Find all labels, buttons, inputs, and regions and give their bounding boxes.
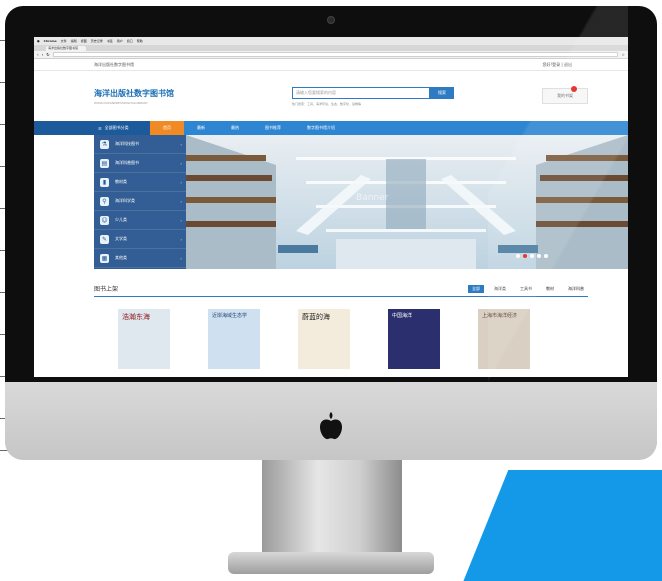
category-item[interactable]: ▦ 其他类 › [94, 249, 186, 268]
logo-subtitle: WWW.OCEANPRESSDIGITALLIBRARY [94, 100, 148, 105]
chevron-right-icon: › [180, 198, 182, 204]
menu-icon: ☰ [98, 125, 102, 131]
category-item[interactable]: ☺ 少儿类 › [94, 211, 186, 230]
search-area: 请输入您要搜索的内容 搜索 热门搜索：工具、海洋环境、生态、数字化、读物等 [292, 86, 454, 106]
banner-label: Banner [356, 193, 389, 203]
apple-menu-icon[interactable]: ● [37, 39, 40, 43]
category-label: 海洋科学类 [115, 198, 135, 203]
menu-item[interactable]: 历史记录 [91, 39, 103, 43]
forward-icon[interactable]: › [42, 52, 44, 57]
brand-blue-shape [451, 470, 662, 581]
grid-icon: ▦ [100, 253, 109, 263]
category-item[interactable]: ▤ 海洋科普图书 › [94, 154, 186, 173]
category-item[interactable]: ✎ 文学类 › [94, 230, 186, 249]
category-menu: ⚗ 海洋科技图书 › ▤ 海洋科普图书 › ▮ 教材类 › ⚲ 海洋科学类 › ☺ 少儿类 › ✎ 文… [94, 135, 186, 269]
book-cover[interactable]: 中国海洋 [388, 309, 440, 369]
category-label: 其他类 [115, 255, 127, 260]
reload-icon[interactable]: ↻ [46, 52, 49, 57]
menu-item[interactable]: 用户 [117, 39, 123, 43]
imac-stand [262, 460, 402, 560]
chevron-right-icon: › [180, 141, 182, 147]
category-label: 文学类 [115, 236, 127, 241]
chevron-right-icon: › [180, 179, 182, 185]
category-item[interactable]: ⚗ 海洋科技图书 › [94, 135, 186, 154]
nav-item-home[interactable]: 首页 [150, 121, 184, 135]
apple-logo-icon [320, 412, 342, 440]
nav-item-popular[interactable]: 最热 [218, 121, 252, 135]
chevron-right-icon: › [180, 255, 182, 261]
top-strip-left: 海洋出版社数字图书馆 [94, 61, 134, 67]
filter-all[interactable]: 全部 [468, 284, 484, 293]
menu-item[interactable]: 帮助 [137, 39, 143, 43]
hot-searches[interactable]: 热门搜索：工具、海洋环境、生态、数字化、读物等 [292, 102, 454, 106]
category-label: 教材类 [115, 179, 127, 184]
nav-item-recommend[interactable]: 图书推荐 [252, 121, 294, 135]
screen-glare [488, 6, 628, 382]
book-title: 浩瀚东海 [122, 313, 150, 321]
imac-stand-base [228, 552, 434, 574]
book-title: 中国海洋 [392, 313, 413, 319]
books-icon: ▤ [100, 158, 109, 168]
book-cover[interactable]: 近岸海域生态学 [208, 309, 260, 369]
category-label: 少儿类 [115, 217, 127, 222]
browser-tab[interactable]: 海洋出版社数字图书馆 [46, 46, 86, 51]
category-toggle[interactable]: ☰ 全部图书分类 [34, 121, 150, 135]
menu-item[interactable]: 文件 [61, 39, 67, 43]
nav-item-about[interactable]: 数字图书馆介绍 [294, 121, 348, 135]
section-title: 图书上架 [94, 286, 119, 293]
book-cover[interactable]: 蔚蓝的海 [298, 309, 350, 369]
site-logo[interactable]: 海洋出版社数字图书馆 WWW.OCEANPRESSDIGITALLIBRARY [94, 88, 244, 105]
menu-item[interactable]: 编辑 [71, 39, 77, 43]
search-input[interactable]: 请输入您要搜索的内容 [292, 86, 430, 99]
webcam [327, 16, 335, 24]
pen-icon: ✎ [100, 234, 109, 244]
scene: ● Chrome 文件 编辑 视图 历史记录 书签 用户 窗口 帮助 海洋出版社… [0, 0, 662, 581]
category-item[interactable]: ▮ 教材类 › [94, 173, 186, 192]
flask-icon: ⚗ [100, 139, 109, 149]
back-icon[interactable]: ‹ [37, 52, 39, 57]
book-title: 蔚蓝的海 [302, 313, 330, 321]
chevron-right-icon: › [180, 160, 182, 166]
child-icon: ☺ [100, 215, 109, 225]
microscope-icon: ⚲ [100, 196, 109, 206]
category-toggle-label: 全部图书分类 [104, 125, 129, 130]
nav-item-latest[interactable]: 最新 [184, 121, 218, 135]
menu-item[interactable]: 窗口 [127, 39, 133, 43]
chevron-right-icon: › [180, 217, 182, 223]
chevron-right-icon: › [180, 236, 182, 242]
search-button[interactable]: 搜索 [430, 86, 454, 99]
logo-title: 海洋出版社数字图书馆 [94, 88, 174, 98]
category-item[interactable]: ⚲ 海洋科学类 › [94, 192, 186, 211]
category-label: 海洋科普图书 [115, 160, 139, 165]
category-label: 海洋科技图书 [115, 141, 139, 146]
book-title: 近岸海域生态学 [212, 313, 248, 319]
app-menu[interactable]: Chrome [44, 39, 57, 43]
book-icon: ▮ [100, 177, 109, 187]
menu-item[interactable]: 视图 [81, 39, 87, 43]
menu-item[interactable]: 书签 [107, 39, 113, 43]
book-cover[interactable]: 浩瀚东海 [118, 309, 170, 369]
